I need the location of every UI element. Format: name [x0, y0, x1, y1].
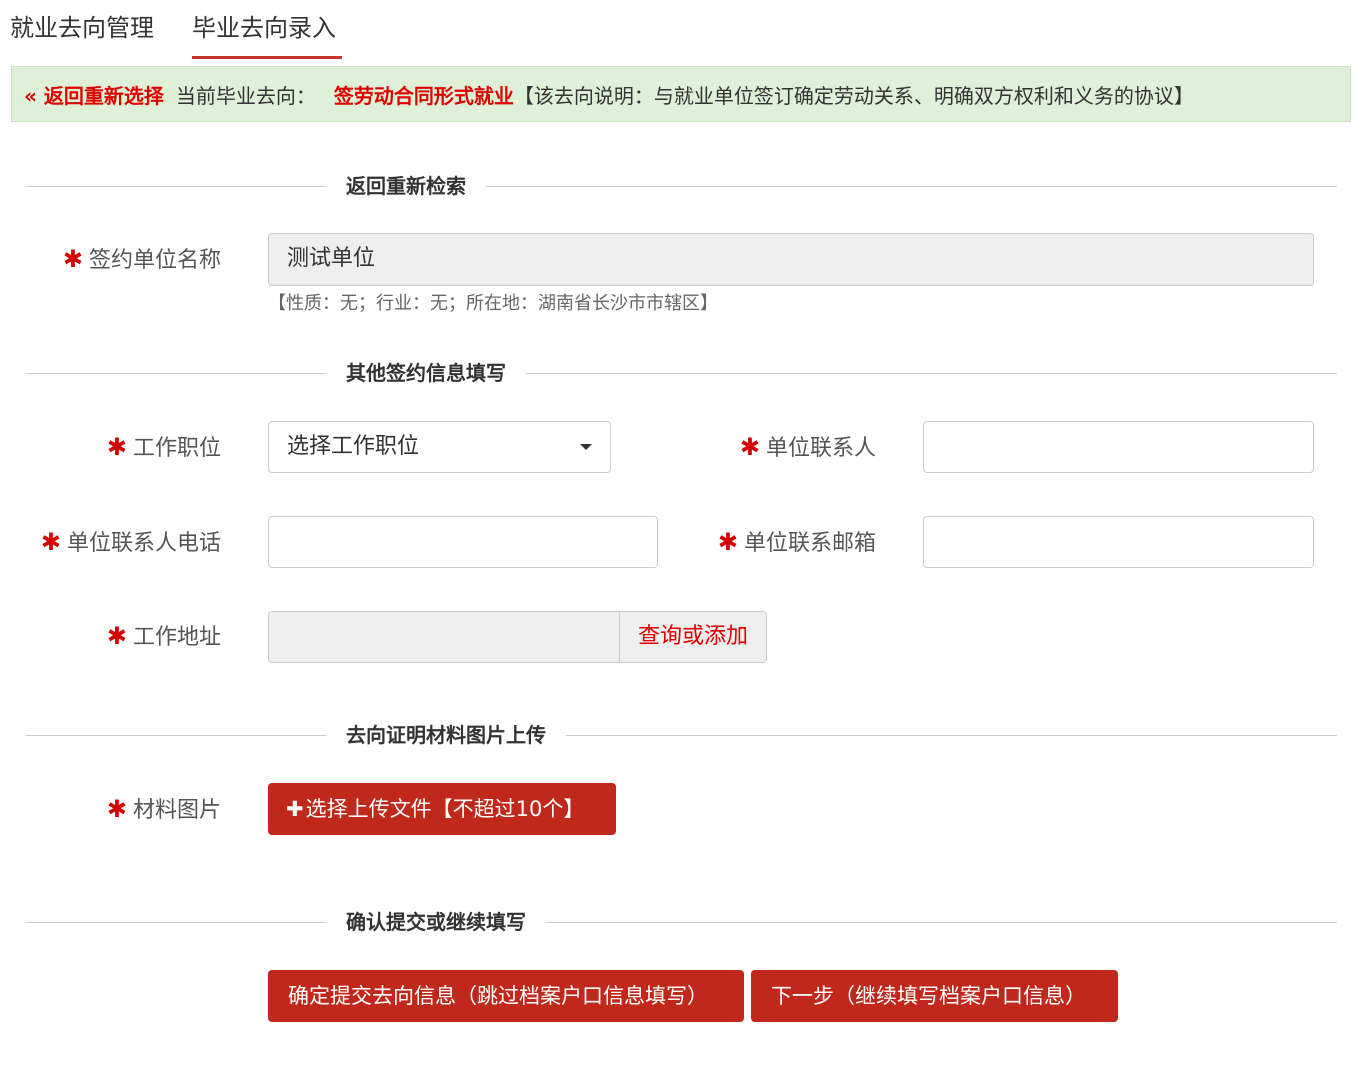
contact-label: ✱ 单位联系人 [739, 433, 876, 461]
required-icon: ✱ [106, 622, 127, 650]
query-or-add-button[interactable]: 查询或添加 [620, 611, 767, 663]
contact-email-input[interactable] [923, 516, 1314, 568]
tab-graduation-entry[interactable]: 毕业去向录入 [192, 8, 336, 43]
destination-description: 【该去向说明：与就业单位签订确定劳动关系、明确双方权利和义务的协议】 [513, 83, 1194, 108]
destination-notice: « 返回重新选择 当前毕业去向： 签劳动合同形式就业 【该去向说明：与就业单位签… [11, 66, 1351, 122]
required-icon: ✱ [40, 528, 61, 556]
position-label: ✱ 工作职位 [106, 433, 221, 461]
contact-phone-label: ✱ 单位联系人电话 [40, 528, 221, 556]
section-title-research[interactable]: 返回重新检索 [326, 171, 486, 201]
section-other-info: 其他签约信息填写 [26, 358, 1337, 388]
chevron-down-icon [580, 444, 592, 450]
current-destination-label: 当前毕业去向： [175, 83, 316, 108]
unit-name-field[interactable]: 测试单位 [268, 233, 1314, 286]
divider [26, 186, 1337, 187]
divider [26, 735, 1337, 736]
section-upload: 去向证明材料图片上传 [26, 720, 1337, 750]
divider [26, 922, 1337, 923]
active-tab-indicator [192, 56, 342, 59]
divider [26, 373, 1337, 374]
required-icon: ✱ [739, 433, 760, 461]
required-icon: ✱ [62, 245, 83, 273]
submit-destination-button[interactable]: 确定提交去向信息（跳过档案户口信息填写） [268, 970, 744, 1022]
section-title-other-info: 其他签约信息填写 [326, 358, 526, 388]
material-label: ✱ 材料图片 [106, 795, 221, 823]
required-icon: ✱ [106, 433, 127, 461]
required-icon: ✱ [106, 795, 127, 823]
current-destination-value: 签劳动合同形式就业 [333, 83, 514, 108]
plus-icon: ✚ [286, 797, 304, 821]
next-step-button[interactable]: 下一步（继续填写档案户口信息） [751, 970, 1118, 1022]
section-title-confirm: 确认提交或继续填写 [326, 907, 546, 937]
unit-info-hint: 【性质：无；行业：无；所在地：湖南省长沙市市辖区】 [268, 293, 718, 314]
contact-email-label: ✱ 单位联系邮箱 [717, 528, 876, 556]
tab-employment-management[interactable]: 就业去向管理 [10, 8, 154, 43]
work-address-input[interactable] [268, 611, 620, 663]
work-address-label: ✱ 工作地址 [106, 622, 221, 650]
required-icon: ✱ [717, 528, 738, 556]
position-select-value: 选择工作职位 [287, 434, 420, 459]
unit-name-label: ✱ 签约单位名称 [62, 245, 221, 273]
back-reselect-link[interactable]: « 返回重新选择 [24, 80, 164, 109]
section-research: 返回重新检索 [26, 171, 1337, 201]
section-confirm: 确认提交或继续填写 [26, 907, 1337, 937]
section-title-upload: 去向证明材料图片上传 [326, 720, 566, 750]
contact-phone-input[interactable] [268, 516, 658, 568]
position-select[interactable]: 选择工作职位 [268, 421, 611, 473]
upload-file-button[interactable]: ✚选择上传文件【不超过10个】 [268, 783, 616, 835]
contact-input[interactable] [923, 421, 1314, 473]
tab-bar: 就业去向管理 毕业去向录入 [0, 0, 1366, 60]
